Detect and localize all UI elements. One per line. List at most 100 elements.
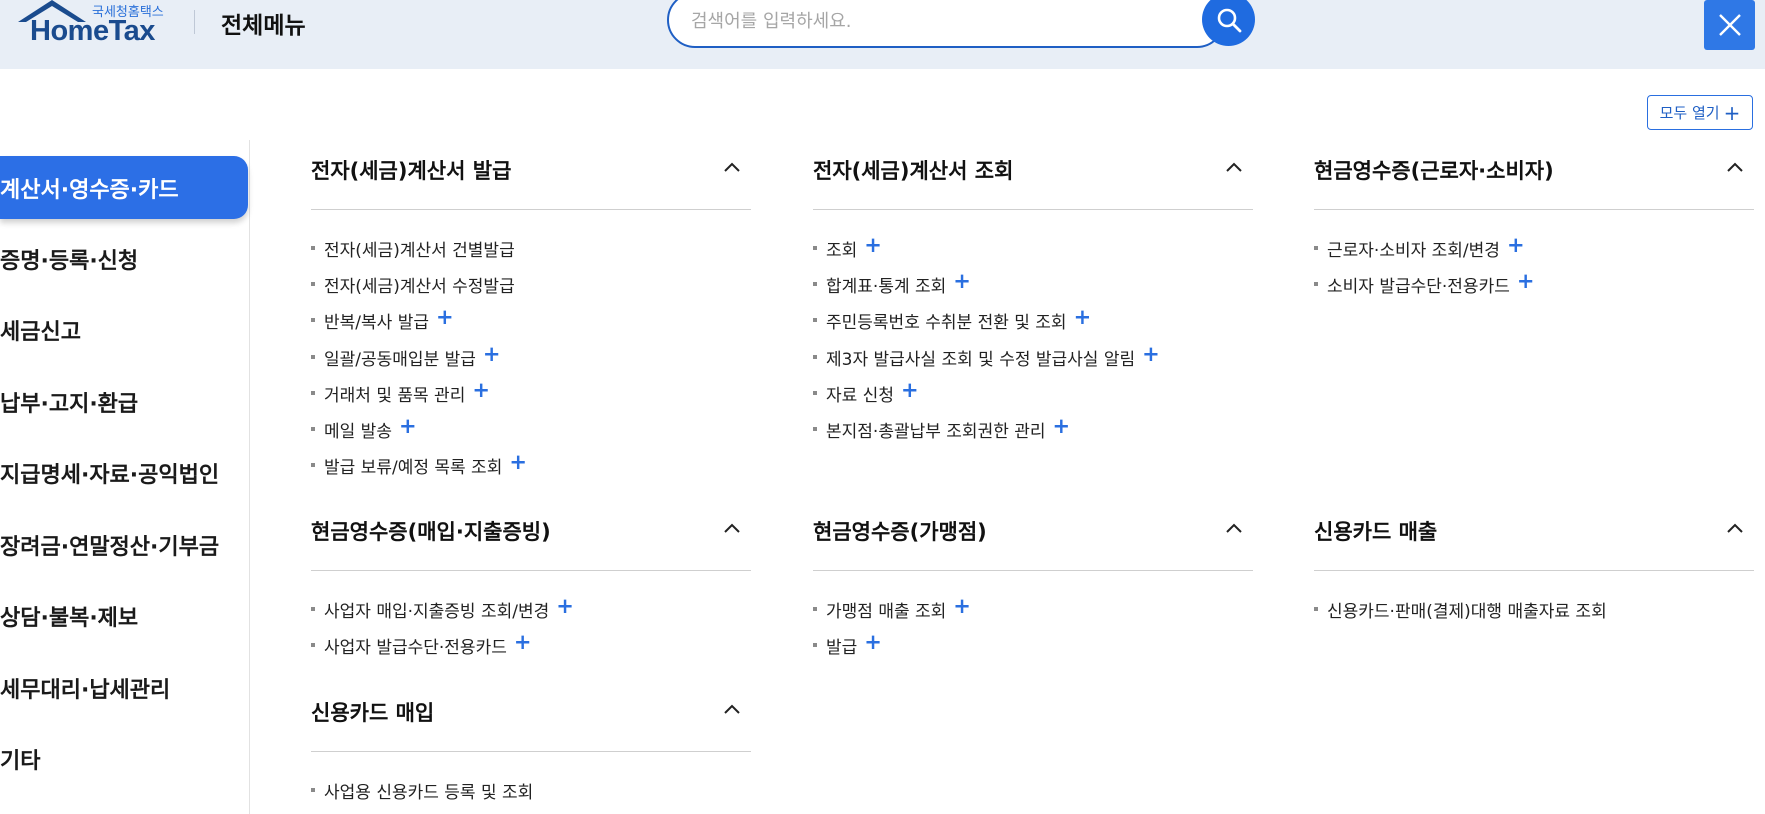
chevron-up-icon (724, 162, 740, 172)
close-icon (1718, 14, 1741, 36)
sub-menu-item[interactable]: 일괄/공동매입분 발급 + (311, 339, 751, 375)
sub-menu-label: 자료 신청 (826, 385, 894, 406)
sub-menu-list: 가맹점 매출 조회 + 발급 + (813, 571, 1253, 663)
sub-menu-label: 전자(세금)계산서 건별발급 (324, 241, 515, 261)
plus-icon[interactable]: + (1142, 343, 1160, 364)
sidebar-item-label: 기타 (0, 748, 41, 774)
expand-all-button[interactable]: 모두 열기 + (1647, 95, 1753, 130)
sub-menu-label: 일괄/공동매입분 발급 (324, 349, 476, 370)
sidebar-item-tax-agent[interactable]: 세무대리·납세관리 (0, 656, 248, 719)
section-title: 신용카드 매입 (311, 701, 435, 725)
menu-section: 현금영수증(매입·지출증빙) 사업자 매입·지출증빙 조회/변경 + 사업자 발급… (311, 498, 751, 663)
sub-menu-item[interactable]: 본지점·총괄납부 조회권한 관리 + (813, 411, 1253, 447)
sub-menu-item[interactable]: 조회 + (813, 230, 1253, 266)
plus-icon[interactable]: + (953, 271, 971, 292)
section-header[interactable]: 현금영수증(근로자·소비자) (1314, 137, 1754, 210)
plus-icon[interactable]: + (483, 343, 501, 364)
sub-menu-label: 사업자 매입·지출증빙 조회/변경 (324, 602, 550, 622)
section-title: 현금영수증(근로자·소비자) (1314, 159, 1554, 183)
plus-icon[interactable]: + (1517, 271, 1535, 292)
section-header[interactable]: 신용카드 매출 (1314, 498, 1754, 571)
plus-icon[interactable]: + (901, 379, 919, 400)
page-title: 전체메뉴 (221, 13, 306, 39)
sidebar-item-label: 계산서·영수증·카드 (0, 177, 179, 203)
sidebar-item-payment-statements[interactable]: 지급명세·자료·공익법인 (0, 441, 248, 504)
sub-menu-item[interactable]: 전자(세금)계산서 수정발급 (311, 266, 751, 302)
sidebar-item-payment[interactable]: 납부·고지·환급 (0, 370, 248, 433)
sub-menu-item[interactable]: 사업용 신용카드 등록 및 조회 (311, 772, 751, 808)
sidebar: 계산서·영수증·카드 증명·등록·신청 세금신고 납부·고지·환급 지급명세·자… (0, 140, 250, 814)
sidebar-item-certificates[interactable]: 증명·등록·신청 (0, 227, 248, 290)
hometax-logo[interactable]: 국세청홈택스 HomeTax (18, 0, 168, 47)
sub-menu-item[interactable]: 소비자 발급수단·전용카드 + (1314, 266, 1754, 302)
section-title: 전자(세금)계산서 조회 (813, 159, 1014, 183)
sub-menu-item[interactable]: 주민등록번호 수취분 전환 및 조회 + (813, 302, 1253, 338)
section-header[interactable]: 신용카드 매입 (311, 679, 751, 752)
expand-all-label: 모두 열기 (1659, 104, 1720, 122)
sub-menu-label: 주민등록번호 수취분 전환 및 조회 (826, 313, 1067, 334)
sub-menu-label: 발급 보류/예정 목록 조회 (324, 458, 503, 479)
sub-menu-item[interactable]: 사업자 매입·지출증빙 조회/변경 + (311, 591, 751, 627)
plus-icon[interactable]: + (472, 379, 490, 400)
sidebar-item-label: 장려금·연말정산·기부금 (0, 534, 220, 560)
menu-section: 신용카드 매입 사업용 신용카드 등록 및 조회 (311, 679, 751, 808)
plus-icon[interactable]: + (864, 632, 882, 653)
menu-section: 신용카드 매출 신용카드·판매(결제)대행 매출자료 조회 (1314, 498, 1754, 627)
plus-icon[interactable]: + (1074, 307, 1092, 328)
plus-icon[interactable]: + (436, 307, 454, 328)
plus-icon[interactable]: + (1507, 235, 1525, 256)
sub-menu-item[interactable]: 신용카드·판매(결제)대행 매출자료 조회 (1314, 591, 1754, 627)
sub-menu-label: 근로자·소비자 조회/변경 (1327, 241, 1500, 261)
search-button[interactable] (1202, 0, 1255, 46)
plus-icon[interactable]: + (556, 596, 574, 617)
sub-menu-item[interactable]: 자료 신청 + (813, 375, 1253, 411)
plus-icon[interactable]: + (509, 452, 527, 473)
sub-menu-item[interactable]: 전자(세금)계산서 건별발급 (311, 230, 751, 266)
sidebar-item-tax-filing[interactable]: 세금신고 (0, 298, 248, 361)
sidebar-item-incentives[interactable]: 장려금·연말정산·기부금 (0, 513, 248, 576)
sub-menu-label: 신용카드·판매(결제)대행 매출자료 조회 (1327, 602, 1607, 622)
section-title: 신용카드 매출 (1314, 520, 1438, 544)
chevron-up-icon (724, 704, 740, 714)
sub-menu-item[interactable]: 반복/복사 발급 + (311, 302, 751, 338)
sub-menu-item[interactable]: 발급 + (813, 627, 1253, 663)
sub-menu-label: 소비자 발급수단·전용카드 (1327, 277, 1510, 298)
section-title: 전자(세금)계산서 발급 (311, 159, 512, 183)
sub-menu-list: 조회 + 합계표·통계 조회 + 주민등록번호 수취분 전환 및 조회 + 제3자 발… (813, 210, 1253, 447)
sub-menu-item[interactable]: 거래처 및 품목 관리 + (311, 375, 751, 411)
sub-menu-item[interactable]: 합계표·통계 조회 + (813, 266, 1253, 302)
plus-icon[interactable]: + (953, 596, 971, 617)
sub-menu-label: 본지점·총괄납부 조회권한 관리 (826, 421, 1046, 442)
sub-menu-list: 신용카드·판매(결제)대행 매출자료 조회 (1314, 571, 1754, 627)
plus-icon[interactable]: + (864, 235, 882, 256)
sidebar-item-etc[interactable]: 기타 (0, 727, 248, 790)
section-header[interactable]: 전자(세금)계산서 조회 (813, 137, 1253, 210)
menu-section: 전자(세금)계산서 발급 전자(세금)계산서 건별발급 전자(세금)계산서 수정… (311, 137, 751, 483)
plus-icon: + (1723, 100, 1741, 125)
section-header[interactable]: 현금영수증(매입·지출증빙) (311, 498, 751, 571)
sub-menu-item[interactable]: 메일 발송 + (311, 411, 751, 447)
section-header[interactable]: 전자(세금)계산서 발급 (311, 137, 751, 210)
sub-menu-item[interactable]: 근로자·소비자 조회/변경 + (1314, 230, 1754, 266)
menu-section: 현금영수증(가맹점) 가맹점 매출 조회 + 발급 + (813, 498, 1253, 663)
sub-menu-item[interactable]: 사업자 발급수단·전용카드 + (311, 627, 751, 663)
sidebar-item-receipts-cards[interactable]: 계산서·영수증·카드 (0, 156, 248, 219)
sidebar-item-label: 상담·불복·제보 (0, 605, 139, 631)
sub-menu-label: 발급 (826, 638, 858, 659)
sub-menu-item[interactable]: 제3자 발급사실 조회 및 수정 발급사실 알림 + (813, 339, 1253, 375)
plus-icon[interactable]: + (514, 632, 532, 653)
section-title: 현금영수증(가맹점) (813, 520, 987, 544)
menu-section: 현금영수증(근로자·소비자) 근로자·소비자 조회/변경 + 소비자 발급수단·전… (1314, 137, 1754, 302)
sub-menu-item[interactable]: 가맹점 매출 조회 + (813, 591, 1253, 627)
sub-menu-label: 전자(세금)계산서 수정발급 (324, 277, 515, 298)
sub-menu-list: 근로자·소비자 조회/변경 + 소비자 발급수단·전용카드 + (1314, 210, 1754, 302)
plus-icon[interactable]: + (1053, 415, 1071, 436)
sidebar-item-consultation[interactable]: 상담·불복·제보 (0, 584, 248, 647)
search-input[interactable] (691, 8, 1151, 34)
sub-menu-item[interactable]: 발급 보류/예정 목록 조회 + (311, 447, 751, 483)
sub-menu-list: 전자(세금)계산서 건별발급 전자(세금)계산서 수정발급 반복/복사 발급 + … (311, 210, 751, 483)
close-menu-button[interactable] (1704, 0, 1755, 50)
plus-icon[interactable]: + (399, 415, 417, 436)
sub-menu-label: 사업용 신용카드 등록 및 조회 (324, 783, 534, 803)
section-header[interactable]: 현금영수증(가맹점) (813, 498, 1253, 571)
